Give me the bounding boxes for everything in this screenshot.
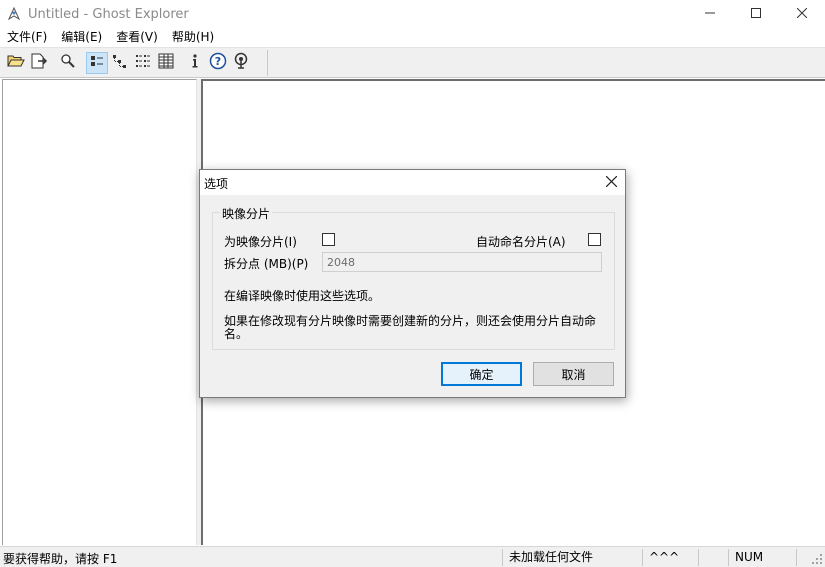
- close-icon: [605, 175, 617, 190]
- info-icon: [187, 53, 203, 72]
- svg-text:?: ?: [215, 55, 221, 68]
- note-autoname-line2: 名。: [224, 327, 249, 341]
- status-blank: [698, 549, 728, 566]
- maximize-button[interactable]: [733, 0, 779, 28]
- span-image-checkbox[interactable]: [322, 233, 335, 246]
- large-icons-view-button[interactable]: [86, 51, 108, 74]
- list-view-icon: [135, 53, 151, 72]
- cancel-button[interactable]: 取消: [533, 362, 614, 386]
- window-controls: [687, 0, 825, 28]
- status-help-text: 要获得帮助，请按 F1: [3, 552, 118, 566]
- dialog-close-button[interactable]: [601, 173, 621, 193]
- connect-button[interactable]: [230, 52, 252, 74]
- group-label: 映像分片: [220, 205, 273, 222]
- note-compile: 在编译映像时使用这些选项。: [224, 289, 381, 303]
- ok-button[interactable]: 确定: [441, 362, 522, 386]
- ghost-app-icon[interactable]: [6, 6, 22, 22]
- large-icons-view-icon: [89, 53, 105, 72]
- toolbar: ?: [0, 48, 825, 78]
- status-caps: ^^^: [642, 549, 698, 566]
- connect-icon: [232, 52, 250, 73]
- status-file-state: 未加载任何文件: [502, 549, 642, 566]
- split-point-label: 拆分点 (MB)(P): [224, 257, 309, 271]
- help-button[interactable]: ?: [207, 52, 229, 74]
- autoname-checkbox[interactable]: [588, 233, 601, 246]
- extract-button[interactable]: [28, 52, 50, 74]
- find-button[interactable]: [57, 52, 79, 74]
- details-view-button[interactable]: [155, 52, 177, 74]
- open-folder-icon: [7, 53, 25, 72]
- note-autoname-line1: 如果在修改现有分片映像时需要创建新的分片，则还会使用分片自动命: [224, 314, 597, 328]
- tree-view-button[interactable]: [109, 52, 131, 74]
- find-icon: [60, 53, 76, 72]
- help-icon: ?: [209, 52, 227, 73]
- options-dialog: 选项 映像分片 为映像分片(I) 自动命名分片(A) 拆分点 (MB)(P) 在…: [199, 169, 626, 398]
- dialog-title-bar: 选项: [200, 170, 625, 195]
- span-image-label: 为映像分片(I): [224, 235, 297, 249]
- open-button[interactable]: [5, 52, 27, 74]
- close-window-button[interactable]: [779, 0, 825, 28]
- close-icon: [796, 7, 808, 21]
- autoname-label: 自动命名分片(A): [476, 235, 566, 249]
- status-bar: 要获得帮助，请按 F1 未加载任何文件 ^^^ NUM: [0, 546, 825, 567]
- title-bar: Untitled - Ghost Explorer: [0, 0, 825, 28]
- toolbar-end-divider: [267, 50, 268, 76]
- minimize-icon: [705, 7, 715, 21]
- status-num: NUM: [728, 549, 796, 566]
- window-title: Untitled - Ghost Explorer: [28, 6, 189, 22]
- list-view-button[interactable]: [132, 52, 154, 74]
- maximize-icon: [751, 7, 761, 21]
- menu-bar: 文件(F) 编辑(E) 查看(V) 帮助(H): [0, 28, 825, 47]
- resize-grip-icon[interactable]: [811, 553, 823, 565]
- info-button[interactable]: [184, 52, 206, 74]
- menu-file[interactable]: 文件(F): [0, 28, 54, 47]
- menu-view[interactable]: 查看(V): [109, 28, 165, 47]
- details-view-icon: [158, 53, 174, 72]
- minimize-button[interactable]: [687, 0, 733, 28]
- split-point-input[interactable]: [322, 252, 602, 272]
- tree-pane[interactable]: [2, 79, 197, 545]
- tree-view-icon: [112, 53, 128, 72]
- menu-help[interactable]: 帮助(H): [165, 28, 221, 47]
- menu-edit[interactable]: 编辑(E): [54, 28, 109, 47]
- extract-icon: [30, 53, 48, 72]
- dialog-title: 选项: [204, 177, 229, 191]
